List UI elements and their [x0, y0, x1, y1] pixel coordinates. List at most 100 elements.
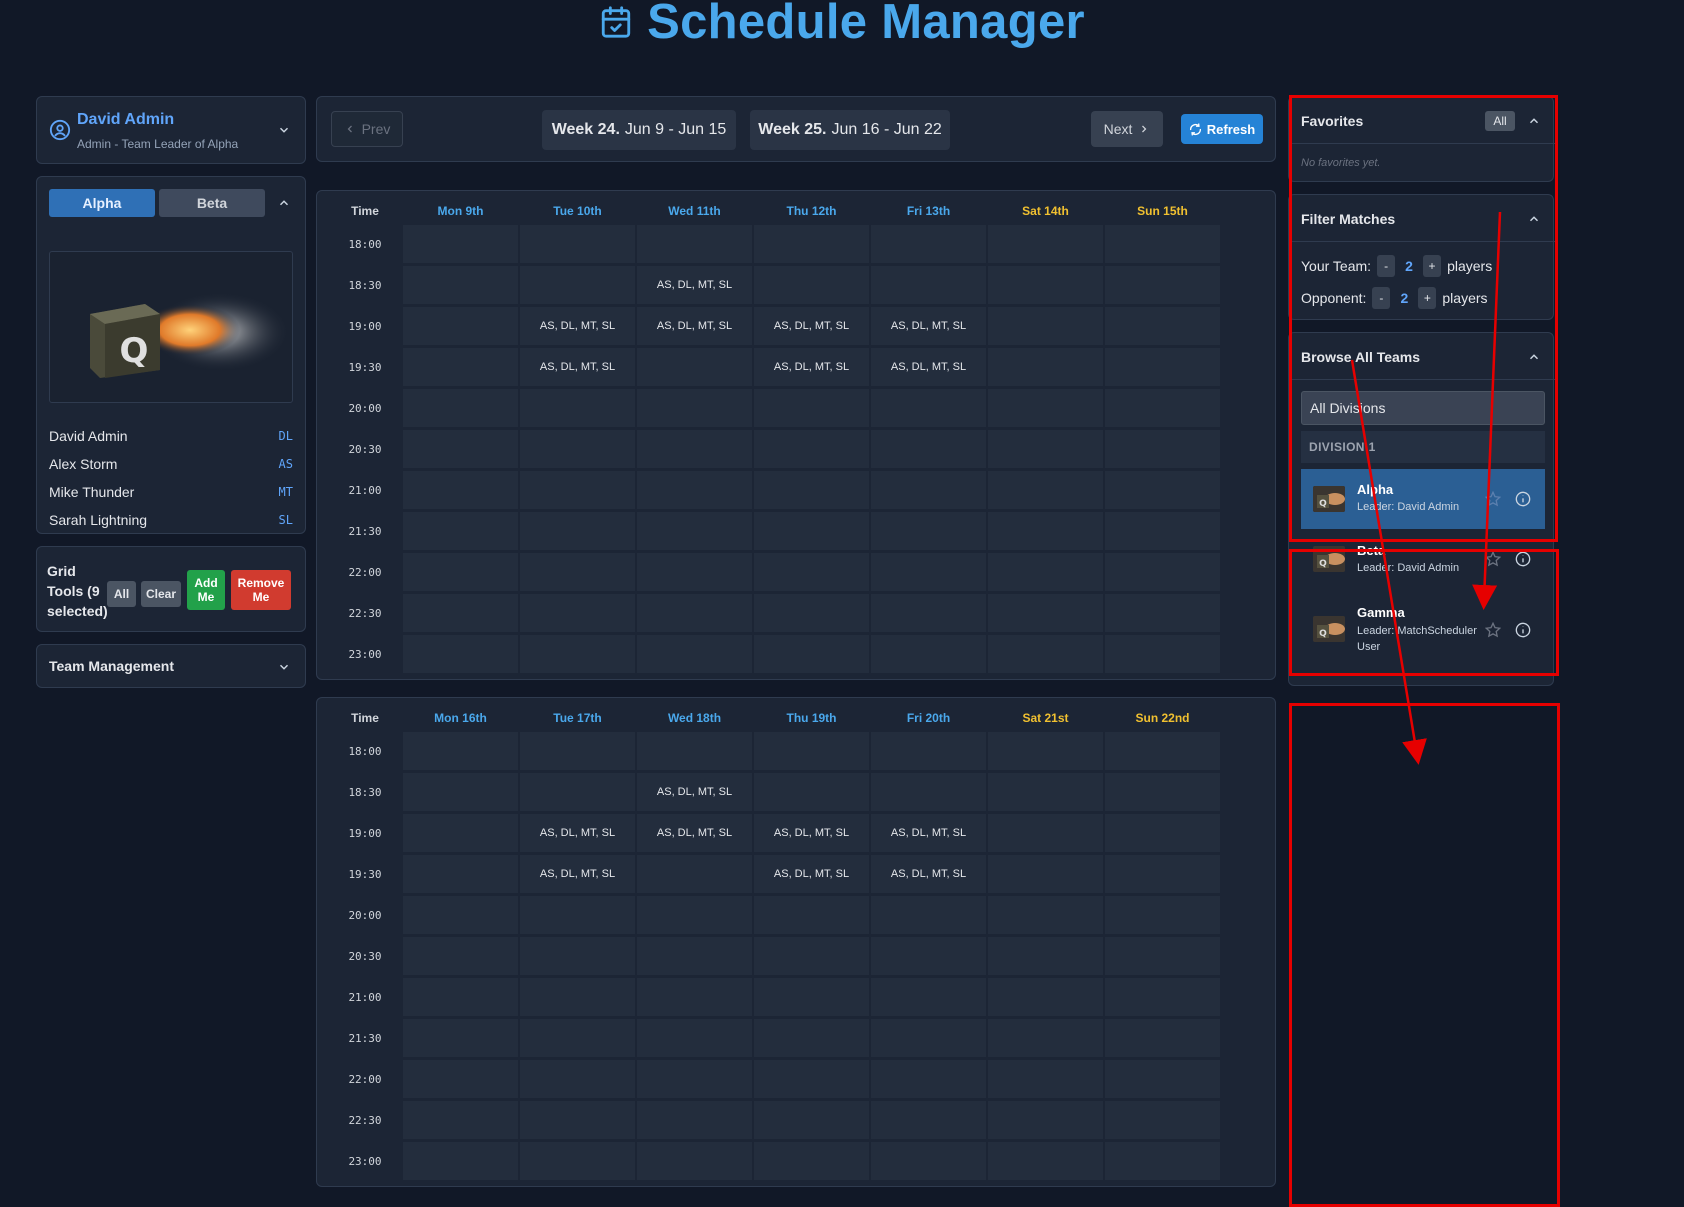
grid-cell[interactable] — [988, 225, 1103, 263]
grid-cell[interactable] — [520, 978, 635, 1016]
grid-cell[interactable]: AS, DL, MT, SL — [871, 855, 986, 893]
grid-cell[interactable] — [988, 1142, 1103, 1180]
grid-cell[interactable] — [520, 1060, 635, 1098]
grid-cell[interactable] — [988, 389, 1103, 427]
time-label[interactable]: 20:00 — [327, 389, 403, 427]
grid-cell[interactable] — [754, 773, 869, 811]
time-label[interactable]: 21:30 — [327, 512, 403, 550]
time-label[interactable]: 20:00 — [327, 896, 403, 934]
grid-cell[interactable] — [871, 266, 986, 304]
grid-cell[interactable] — [1105, 1142, 1220, 1180]
time-label[interactable]: 19:30 — [327, 348, 403, 386]
team-tab-beta[interactable]: Beta — [159, 189, 265, 217]
grid-cell[interactable] — [871, 471, 986, 509]
grid-cell[interactable] — [520, 896, 635, 934]
grid-cell[interactable] — [871, 225, 986, 263]
grid-cell[interactable] — [403, 225, 518, 263]
grid-cell[interactable] — [988, 512, 1103, 550]
time-label[interactable]: 23:00 — [327, 1142, 403, 1180]
grid-cell[interactable]: AS, DL, MT, SL — [754, 307, 869, 345]
grid-cell[interactable] — [1105, 307, 1220, 345]
grid-cell[interactable] — [988, 1019, 1103, 1057]
grid-cell[interactable] — [637, 732, 752, 770]
grid-cell[interactable] — [871, 1101, 986, 1139]
team-management[interactable]: Team Management — [36, 644, 306, 688]
chevron-down-icon[interactable] — [277, 123, 291, 137]
day-header[interactable]: Mon 9th — [403, 199, 518, 223]
grid-cell[interactable] — [988, 635, 1103, 673]
grid-cell[interactable] — [754, 1060, 869, 1098]
grid-cell[interactable] — [754, 512, 869, 550]
time-label[interactable]: 18:00 — [327, 225, 403, 263]
day-header[interactable]: Tue 10th — [520, 199, 635, 223]
grid-cell[interactable] — [988, 307, 1103, 345]
grid-cell[interactable] — [637, 389, 752, 427]
grid-cell[interactable] — [988, 430, 1103, 468]
day-header[interactable]: Fri 13th — [871, 199, 986, 223]
grid-cell[interactable] — [403, 307, 518, 345]
grid-cell[interactable] — [637, 225, 752, 263]
time-label[interactable]: 18:30 — [327, 266, 403, 304]
grid-cell[interactable] — [403, 978, 518, 1016]
grid-cell[interactable] — [1105, 855, 1220, 893]
time-label[interactable]: 23:00 — [327, 635, 403, 673]
grid-cell[interactable] — [754, 896, 869, 934]
day-header[interactable]: Sun 15th — [1105, 199, 1220, 223]
grid-cell[interactable] — [1105, 389, 1220, 427]
remove-me-button[interactable]: Remove Me — [231, 570, 291, 610]
grid-cell[interactable] — [637, 978, 752, 1016]
grid-cell[interactable]: AS, DL, MT, SL — [637, 814, 752, 852]
grid-cell[interactable] — [754, 430, 869, 468]
grid-cell[interactable] — [637, 896, 752, 934]
day-header[interactable]: Wed 18th — [637, 706, 752, 730]
grid-cell[interactable] — [988, 348, 1103, 386]
time-label[interactable]: 21:30 — [327, 1019, 403, 1057]
grid-cell[interactable] — [754, 937, 869, 975]
grid-cell[interactable] — [871, 389, 986, 427]
time-label[interactable]: 19:30 — [327, 855, 403, 893]
grid-cell[interactable] — [403, 594, 518, 632]
grid-cell[interactable] — [1105, 1101, 1220, 1139]
grid-cell[interactable] — [754, 266, 869, 304]
grid-cell[interactable] — [754, 389, 869, 427]
grid-cell[interactable] — [1105, 896, 1220, 934]
grid-cell[interactable] — [1105, 1019, 1220, 1057]
grid-cell[interactable] — [871, 1060, 986, 1098]
grid-cell[interactable] — [637, 1019, 752, 1057]
day-header[interactable]: Tue 17th — [520, 706, 635, 730]
grid-cell[interactable]: AS, DL, MT, SL — [871, 307, 986, 345]
grid-cell[interactable] — [1105, 635, 1220, 673]
chevron-up-icon[interactable] — [277, 196, 291, 210]
grid-cell[interactable] — [754, 635, 869, 673]
grid-cell[interactable] — [637, 430, 752, 468]
grid-cell[interactable] — [754, 1101, 869, 1139]
grid-cell[interactable] — [403, 896, 518, 934]
grid-cell[interactable]: AS, DL, MT, SL — [754, 348, 869, 386]
grid-cell[interactable] — [754, 732, 869, 770]
grid-cell[interactable] — [1105, 978, 1220, 1016]
grid-cell[interactable] — [637, 937, 752, 975]
grid-cell[interactable] — [988, 937, 1103, 975]
time-label[interactable]: 19:00 — [327, 307, 403, 345]
grid-cell[interactable] — [520, 389, 635, 427]
grid-cell[interactable] — [403, 512, 518, 550]
time-label[interactable]: 20:30 — [327, 937, 403, 975]
grid-cell[interactable] — [1105, 225, 1220, 263]
grid-cell[interactable] — [520, 1101, 635, 1139]
grid-cell[interactable] — [871, 553, 986, 591]
grid-cell[interactable] — [988, 896, 1103, 934]
clear-button[interactable]: Clear — [141, 581, 181, 607]
grid-cell[interactable] — [754, 1019, 869, 1057]
next-week-button[interactable]: Next — [1091, 111, 1163, 147]
grid-cell[interactable]: AS, DL, MT, SL — [520, 307, 635, 345]
grid-cell[interactable] — [403, 937, 518, 975]
grid-cell[interactable] — [871, 937, 986, 975]
time-label[interactable]: 22:00 — [327, 1060, 403, 1098]
time-label[interactable]: 20:30 — [327, 430, 403, 468]
grid-cell[interactable] — [988, 594, 1103, 632]
grid-cell[interactable] — [754, 471, 869, 509]
grid-cell[interactable] — [1105, 471, 1220, 509]
grid-cell[interactable] — [403, 773, 518, 811]
user-card[interactable]: David Admin Admin - Team Leader of Alpha — [36, 96, 306, 164]
day-header[interactable]: Sat 21st — [988, 706, 1103, 730]
